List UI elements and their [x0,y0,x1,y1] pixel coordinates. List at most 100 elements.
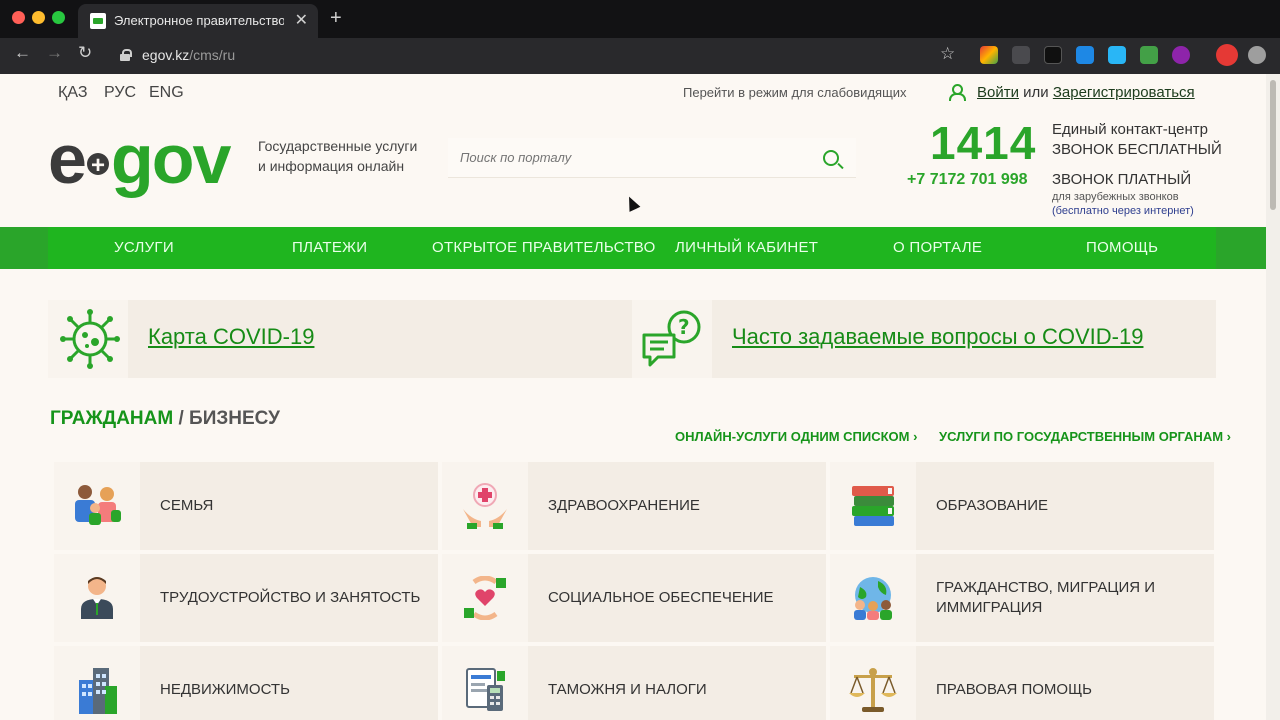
forward-arrow-icon[interactable]: → [46,43,63,63]
paid-phone-number[interactable]: +7 7172 701 998 [907,171,1028,189]
nav-payments[interactable]: ПЛАТЕЖИ [292,239,367,256]
category-card-citizenship[interactable]: ГРАЖДАНСТВО, МИГРАЦИЯ И ИММИГРАЦИЯ [830,554,1214,642]
lock-icon[interactable] [120,49,132,61]
online-services-list-link[interactable]: ОНЛАЙН-УСЛУГИ ОДНИМ СПИСКОМ › [675,429,917,444]
url-path: /cms/ru [189,47,236,63]
tab-separator: / [178,408,184,429]
extension-icon[interactable] [1108,46,1126,64]
category-card-real-estate[interactable]: НЕДВИЖИМОСТЬ [54,646,438,720]
svg-text:?: ? [678,315,690,339]
minimize-window-button[interactable] [32,11,45,24]
covid-map-banner[interactable]: Карта COVID-19 [48,300,632,378]
bookmark-star-icon[interactable]: ☆ [940,44,955,64]
extension-icon[interactable] [1140,46,1158,64]
books-icon [852,486,894,526]
site-tagline: Государственные услуги и информация онла… [258,136,438,176]
lang-kaz[interactable]: ҚАЗ [58,84,87,102]
browser-tab[interactable]: Электронное правительство ✕ [78,4,318,38]
back-arrow-icon[interactable]: ← [14,43,31,63]
buildings-icon [79,668,117,714]
tagline-line-2: и информация онлайн [258,158,405,174]
category-label: ГРАЖДАНСТВО, МИГРАЦИЯ И ИММИГРАЦИЯ [936,579,1156,616]
employee-icon [81,577,113,619]
tagline-line-1: Государственные услуги [258,138,418,154]
services-by-agency-link[interactable]: УСЛУГИ ПО ГОСУДАРСТВЕННЫМ ОРГАНАМ › [939,429,1231,444]
nav-help[interactable]: ПОМОЩЬ [1086,239,1158,256]
covid-map-link[interactable]: Карта COVID-19 [148,324,314,350]
close-window-button[interactable] [12,11,25,24]
covid-faq-link[interactable]: Часто задаваемые вопросы о COVID-19 [732,324,1143,350]
icon-box [442,462,528,550]
egov-page: ҚАЗ РУС ENG Перейти в режим для слабовид… [0,74,1266,720]
nav-about[interactable]: О ПОРТАЛЕ [893,239,982,256]
tab-title: Электронное правительство [114,13,284,28]
category-card-customs-taxes[interactable]: ТАМОЖНЯ И НАЛОГИ [442,646,826,720]
search-icon[interactable] [823,150,839,166]
egov-logo[interactable]: egov [48,120,231,203]
maximize-window-button[interactable] [52,11,65,24]
tab-close-icon[interactable]: ✕ [295,10,308,30]
extension-icon[interactable] [1248,46,1266,64]
nav-personal-account[interactable]: ЛИЧНЫЙ КАБИНЕТ [675,239,818,256]
business-tab[interactable]: БИЗНЕСУ [189,408,280,429]
lang-rus[interactable]: РУС [104,84,136,102]
extension-icon[interactable] [1012,46,1030,64]
extension-icon[interactable] [1172,46,1190,64]
user-icon [949,84,966,101]
foreign-calls-label: для зарубежных звонков [1052,191,1179,203]
covid-faq-banner[interactable]: ? Часто задаваемые вопросы о COVID-19 [632,300,1216,378]
address-bar[interactable]: egov.kz/cms/ru [142,47,235,63]
section-title: ГРАЖДАНАМ / БИЗНЕСУ [50,408,280,430]
logo-e: e [48,120,87,198]
icon-box [48,300,128,378]
category-card-education[interactable]: ОБРАЗОВАНИЕ [830,462,1214,550]
or-text: или [1023,84,1049,101]
healthcare-icon [463,483,507,529]
category-label: СЕМЬЯ [160,497,214,514]
icon-box [830,554,916,642]
extension-icon[interactable] [980,46,998,64]
profile-avatar[interactable] [1216,44,1238,66]
egov-favicon-icon [90,13,106,29]
globe-people-icon [854,577,892,620]
category-label: ТАМОЖНЯ И НАЛОГИ [548,681,707,698]
auth-links: Войти или Зарегистрироваться [977,84,1195,101]
tax-document-icon [466,668,505,711]
main-nav: УСЛУГИ ПЛАТЕЖИ ОТКРЫТОЕ ПРАВИТЕЛЬСТВО ЛИ… [0,227,1266,269]
category-card-family[interactable]: СЕМЬЯ [54,462,438,550]
category-card-social-security[interactable]: СОЦИАЛЬНОЕ ОБЕСПЕЧЕНИЕ [442,554,826,642]
category-card-healthcare[interactable]: ЗДРАВООХРАНЕНИЕ [442,462,826,550]
category-label: ЗДРАВООХРАНЕНИЕ [548,497,700,514]
register-link[interactable]: Зарегистрироваться [1053,84,1195,101]
low-vision-mode-link[interactable]: Перейти в режим для слабовидящих [683,85,907,100]
scales-icon [849,668,897,712]
extension-icon[interactable] [1076,46,1094,64]
category-label: НЕДВИЖИМОСТЬ [160,681,290,698]
main-nav-inner: УСЛУГИ ПЛАТЕЖИ ОТКРЫТОЕ ПРАВИТЕЛЬСТВО ЛИ… [48,227,1216,269]
lang-eng[interactable]: ENG [149,84,184,102]
free-call-label: ЗВОНОК БЕСПЛАТНЫЙ [1052,141,1222,158]
citizens-tab[interactable]: ГРАЖДАНАМ [50,408,173,429]
login-link[interactable]: Войти [977,84,1019,101]
icon-box [442,646,528,720]
icon-box [830,462,916,550]
page-scrollbar[interactable] [1266,74,1280,720]
reload-icon[interactable]: ↻ [78,43,92,63]
icon-box [442,554,528,642]
contact-center-label: Единый контакт-центр [1052,121,1209,138]
nav-services[interactable]: УСЛУГИ [114,239,174,256]
category-card-legal-aid[interactable]: ПРАВОВАЯ ПОМОЩЬ [830,646,1214,720]
category-label: ПРАВОВАЯ ПОМОЩЬ [936,681,1092,698]
new-tab-icon[interactable]: + [330,7,342,30]
scrollbar-thumb[interactable] [1270,80,1276,210]
nav-open-government[interactable]: ОТКРЫТОЕ ПРАВИТЕЛЬСТВО [432,239,656,256]
browser-tab-bar: Электронное правительство ✕ + [0,0,1280,38]
family-icon [75,485,121,525]
extension-icon[interactable] [1044,46,1062,64]
logo-gov: gov [110,120,231,198]
search-input[interactable] [448,138,856,178]
contact-center-number[interactable]: 1414 [930,116,1036,170]
chat-question-icon: ? [642,310,701,367]
category-card-employment[interactable]: ТРУДОУСТРОЙСТВО И ЗАНЯТОСТЬ [54,554,438,642]
free-internet-call-link[interactable]: (бесплатно через интернет) [1052,205,1194,217]
